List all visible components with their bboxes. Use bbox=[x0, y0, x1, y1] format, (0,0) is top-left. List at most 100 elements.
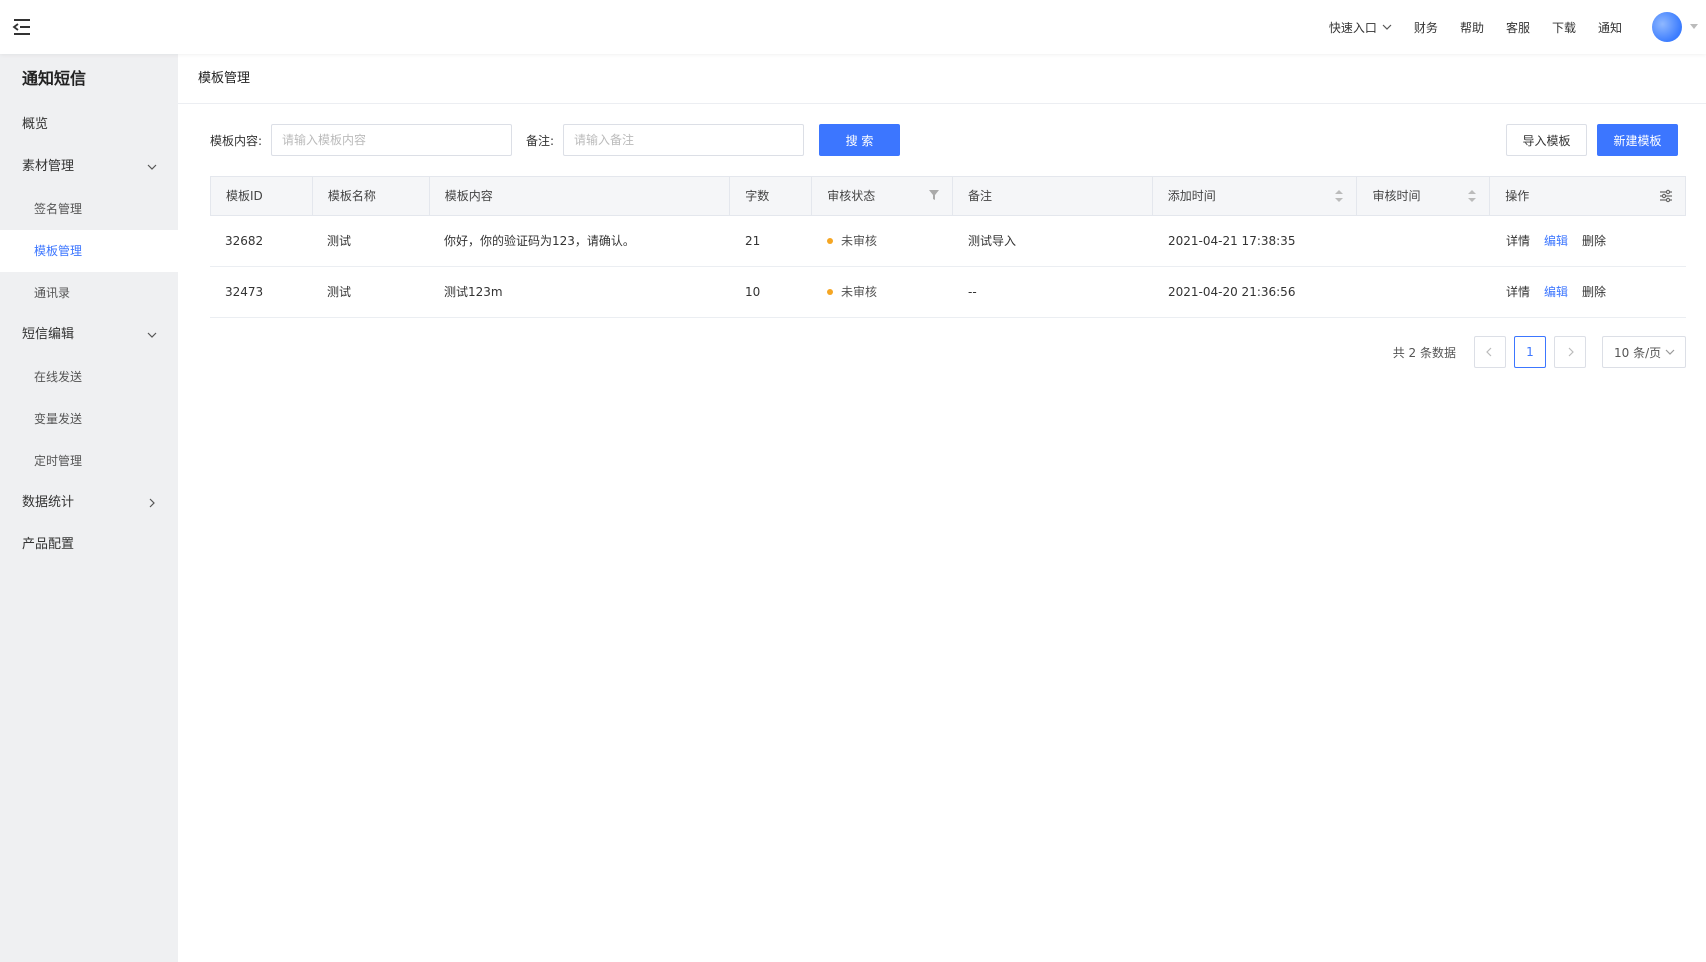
cell-content: 你好，你的验证码为123，请确认。 bbox=[444, 234, 635, 248]
sidebar-item-scheduled[interactable]: 定时管理 bbox=[0, 440, 178, 482]
sidebar-item-templates[interactable]: 模板管理 bbox=[0, 230, 178, 272]
remark-input[interactable] bbox=[563, 124, 804, 156]
cell-status: 未审核 bbox=[812, 267, 953, 317]
page-number-button[interactable]: 1 bbox=[1514, 336, 1546, 368]
sidebar-group-materials[interactable]: 素材管理 bbox=[0, 146, 178, 188]
cell-actions: 详情 编辑 删除 bbox=[1491, 267, 1686, 317]
sidebar-item-label: 概览 bbox=[22, 117, 49, 132]
column-header-actions: 操作 bbox=[1490, 177, 1685, 215]
caret-down-icon bbox=[1690, 24, 1698, 29]
chevron-down-icon bbox=[147, 332, 157, 338]
delete-link[interactable]: 删除 bbox=[1582, 234, 1606, 248]
cell-actions: 详情 编辑 删除 bbox=[1491, 216, 1686, 266]
sidebar-item-label: 模板管理 bbox=[34, 244, 83, 258]
sidebar-item-label: 在线发送 bbox=[34, 370, 83, 384]
column-header-label: 添加时间 bbox=[1167, 189, 1216, 203]
cell-remark: 测试导入 bbox=[968, 234, 1017, 248]
chevron-right-icon bbox=[1568, 347, 1574, 357]
delete-link[interactable]: 删除 bbox=[1582, 285, 1606, 299]
column-header-label: 操作 bbox=[1505, 189, 1530, 203]
sidebar-title: 通知短信 bbox=[22, 69, 87, 88]
cell-count: 10 bbox=[745, 285, 761, 299]
sidebar-item-label: 变量发送 bbox=[34, 412, 83, 426]
sidebar-item-label: 短信编辑 bbox=[22, 327, 75, 342]
cell-name: 测试 bbox=[327, 285, 352, 299]
main-content: 模板管理 模板内容: 备注: 搜 索 导入模板 新建模板 模板ID 模板名称 模… bbox=[178, 54, 1706, 962]
sidebar-item-contacts[interactable]: 通讯录 bbox=[0, 272, 178, 314]
quick-entry-menu[interactable]: 快速入口 bbox=[1329, 19, 1392, 36]
chevron-right-icon bbox=[149, 498, 155, 508]
pagination: 共 2 条数据 1 10 条/页 bbox=[1393, 336, 1686, 368]
nav-support[interactable]: 客服 bbox=[1506, 19, 1530, 36]
nav-finance[interactable]: 财务 bbox=[1414, 19, 1438, 36]
sidebar-item-label: 数据统计 bbox=[22, 495, 75, 510]
cell-status: 未审核 bbox=[812, 216, 953, 266]
status-text: 未审核 bbox=[841, 285, 878, 299]
sidebar-item-overview[interactable]: 概览 bbox=[0, 104, 178, 146]
user-menu[interactable] bbox=[1652, 12, 1698, 42]
sidebar-item-signatures[interactable]: 签名管理 bbox=[0, 188, 178, 230]
edit-link[interactable]: 编辑 bbox=[1544, 285, 1568, 299]
detail-link[interactable]: 详情 bbox=[1506, 285, 1530, 299]
chevron-left-icon bbox=[1486, 347, 1492, 357]
column-header-status: 审核状态 bbox=[812, 177, 954, 215]
sidebar-group-sms-edit[interactable]: 短信编辑 bbox=[0, 314, 178, 356]
prev-page-button[interactable] bbox=[1474, 336, 1506, 368]
menu-fold-icon[interactable] bbox=[12, 18, 32, 36]
table-row: 32682 测试 你好，你的验证码为123，请确认。 21 未审核 测试导入 2… bbox=[210, 216, 1686, 267]
nav-download[interactable]: 下载 bbox=[1552, 19, 1576, 36]
cell-remark: -- bbox=[968, 285, 977, 299]
import-template-button[interactable]: 导入模板 bbox=[1506, 124, 1587, 156]
table-header: 模板ID 模板名称 模板内容 字数 审核状态 备注 添加时间 审核时间 操作 bbox=[210, 176, 1686, 216]
filter-icon[interactable] bbox=[928, 189, 940, 201]
cell-count: 21 bbox=[745, 234, 761, 248]
nav-help[interactable]: 帮助 bbox=[1460, 19, 1484, 36]
table-row: 32473 测试 测试123m 10 未审核 -- 2021-04-20 21:… bbox=[210, 267, 1686, 318]
column-header-id: 模板ID bbox=[211, 177, 313, 215]
status-text: 未审核 bbox=[841, 234, 878, 248]
remark-label: 备注: bbox=[526, 134, 555, 148]
sidebar-item-label: 产品配置 bbox=[22, 537, 75, 552]
page-size-select[interactable]: 10 条/页 bbox=[1602, 336, 1686, 368]
sidebar-item-product-config[interactable]: 产品配置 bbox=[0, 524, 178, 566]
top-header: 快速入口 财务 帮助 客服 下载 通知 bbox=[0, 0, 1706, 54]
cell-content: 测试123m bbox=[444, 285, 503, 299]
chevron-down-icon bbox=[147, 164, 157, 170]
chevron-down-icon bbox=[1382, 24, 1392, 30]
page-size-value: 10 条/页 bbox=[1614, 345, 1662, 360]
template-content-input[interactable] bbox=[271, 124, 512, 156]
detail-link[interactable]: 详情 bbox=[1506, 234, 1530, 248]
cell-added-time: 2021-04-21 17:38:35 bbox=[1168, 234, 1296, 248]
column-header-added-time[interactable]: 添加时间 bbox=[1153, 177, 1358, 215]
page-title: 模板管理 bbox=[178, 54, 1706, 104]
settings-icon[interactable] bbox=[1659, 189, 1673, 203]
sort-icon[interactable] bbox=[1334, 189, 1344, 203]
filter-bar: 模板内容: 备注: 搜 索 导入模板 新建模板 bbox=[178, 124, 1706, 156]
sidebar-item-label: 素材管理 bbox=[22, 159, 75, 174]
top-nav: 快速入口 财务 帮助 客服 下载 通知 bbox=[1307, 0, 1706, 54]
status-dot bbox=[827, 237, 833, 244]
sort-icon[interactable] bbox=[1467, 189, 1477, 203]
edit-link[interactable]: 编辑 bbox=[1544, 234, 1568, 248]
sidebar-item-variable-send[interactable]: 变量发送 bbox=[0, 398, 178, 440]
sidebar-item-label: 定时管理 bbox=[34, 454, 83, 468]
avatar bbox=[1652, 12, 1682, 42]
quick-entry-label: 快速入口 bbox=[1328, 20, 1377, 35]
chevron-down-icon bbox=[1665, 349, 1675, 355]
template-table: 模板ID 模板名称 模板内容 字数 审核状态 备注 添加时间 审核时间 操作 3… bbox=[210, 176, 1686, 318]
column-header-content: 模板内容 bbox=[430, 177, 731, 215]
column-header-remark: 备注 bbox=[953, 177, 1153, 215]
cell-id: 32682 bbox=[225, 234, 264, 248]
nav-notifications[interactable]: 通知 bbox=[1598, 19, 1622, 36]
sidebar-item-label: 通讯录 bbox=[34, 286, 71, 300]
column-header-name: 模板名称 bbox=[313, 177, 430, 215]
next-page-button[interactable] bbox=[1554, 336, 1586, 368]
sidebar-group-statistics[interactable]: 数据统计 bbox=[0, 482, 178, 524]
sidebar-item-online-send[interactable]: 在线发送 bbox=[0, 356, 178, 398]
cell-id: 32473 bbox=[225, 285, 264, 299]
new-template-button[interactable]: 新建模板 bbox=[1597, 124, 1678, 156]
column-header-review-time[interactable]: 审核时间 bbox=[1357, 177, 1491, 215]
search-button[interactable]: 搜 索 bbox=[819, 124, 900, 156]
sidebar-item-label: 签名管理 bbox=[34, 202, 83, 216]
pagination-total: 共 2 条数据 bbox=[1392, 345, 1456, 360]
